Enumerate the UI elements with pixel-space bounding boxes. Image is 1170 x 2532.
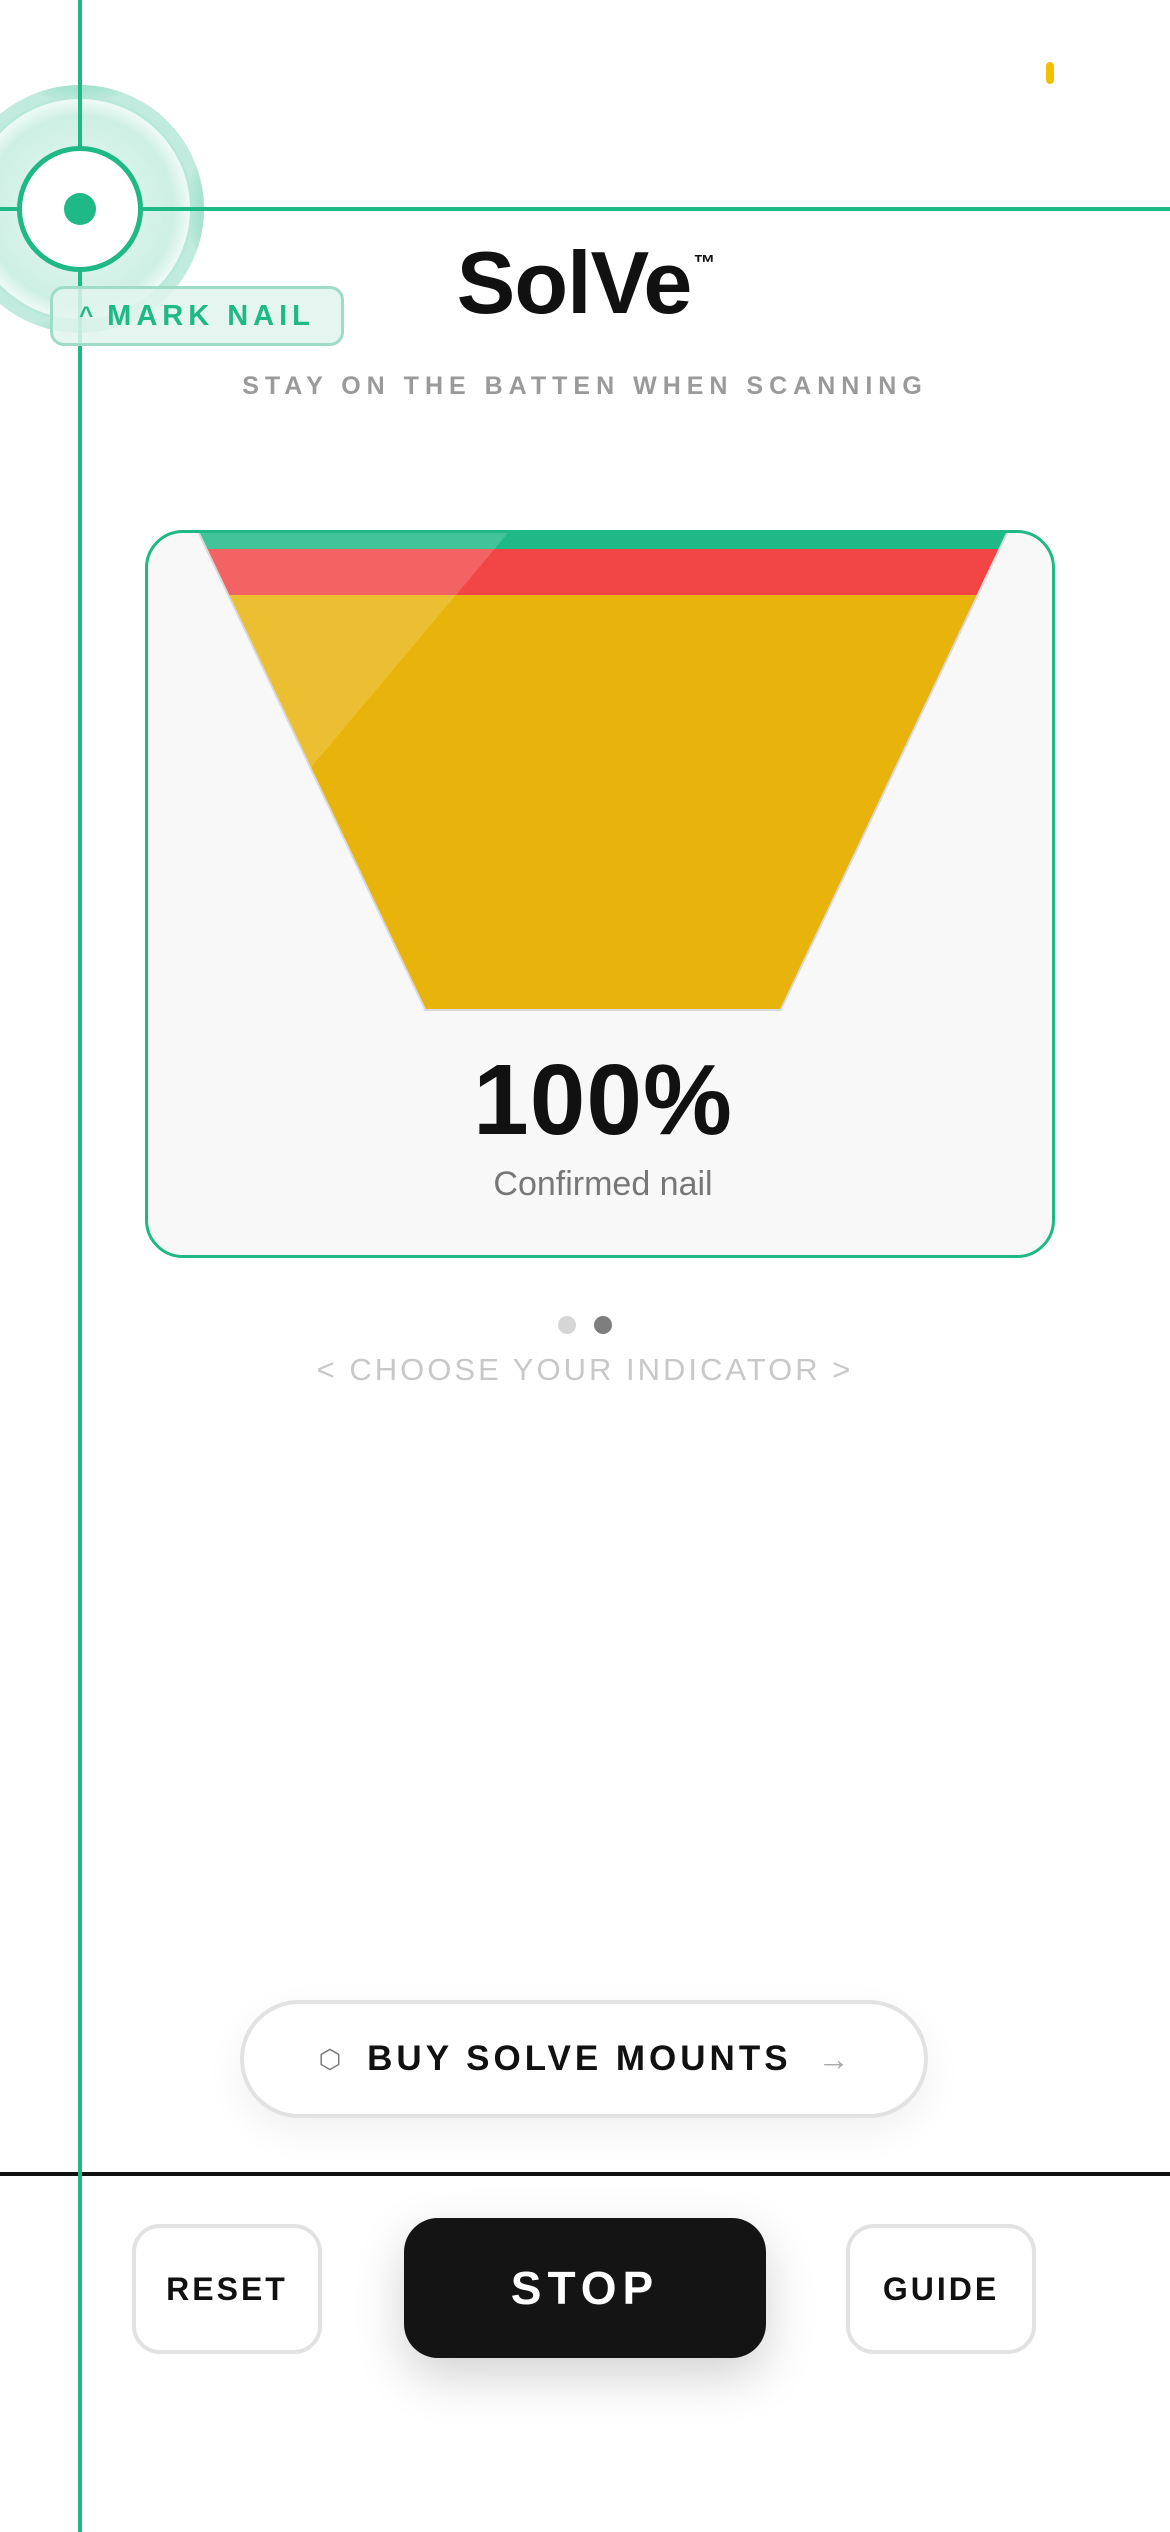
choose-indicator-hint: < CHOOSE YOUR INDICATOR > bbox=[316, 1352, 854, 1387]
pager-dot-2-active[interactable] bbox=[594, 1316, 612, 1334]
mark-nail-label: MARK NAIL bbox=[107, 299, 315, 332]
nail-status-text: Confirmed nail bbox=[493, 1165, 713, 1203]
guide-label: GUIDE bbox=[882, 2270, 1000, 2307]
mark-nail-button[interactable]: ^ MARK NAIL bbox=[50, 286, 344, 346]
buy-solve-mounts-button[interactable]: ⬡ BUY SOLVE MOUNTS → bbox=[240, 2000, 928, 2118]
caret-up-icon: ^ bbox=[79, 302, 94, 329]
guide-button[interactable]: GUIDE bbox=[846, 2224, 1036, 2354]
reset-label: RESET bbox=[166, 2270, 288, 2307]
hexagon-icon: ⬡ bbox=[318, 2043, 342, 2074]
stop-label: STOP bbox=[510, 2262, 660, 2314]
brand-name: SolVe bbox=[456, 233, 693, 332]
indicator-card[interactable]: 100% Confirmed nail bbox=[145, 530, 1055, 1258]
bottom-divider bbox=[0, 2172, 1170, 2176]
target-dot-icon bbox=[64, 193, 96, 225]
trademark-symbol: ™ bbox=[693, 250, 716, 275]
arrow-right-icon: → bbox=[817, 2040, 850, 2077]
scan-instruction: STAY ON THE BATTEN WHEN SCANNING bbox=[242, 372, 928, 400]
crosshair-horizontal-line bbox=[0, 207, 1170, 211]
reset-button[interactable]: RESET bbox=[132, 2224, 322, 2354]
funnel-indicator bbox=[197, 533, 1009, 1011]
pager-dot-1[interactable] bbox=[558, 1316, 576, 1334]
buy-button-label: BUY SOLVE MOUNTS bbox=[367, 2039, 792, 2078]
nail-confidence-percent: 100% bbox=[473, 1044, 733, 1156]
crosshair-vertical-line bbox=[78, 0, 82, 2532]
stop-button[interactable]: STOP bbox=[404, 2218, 766, 2358]
status-indicator-icon bbox=[1046, 62, 1054, 84]
